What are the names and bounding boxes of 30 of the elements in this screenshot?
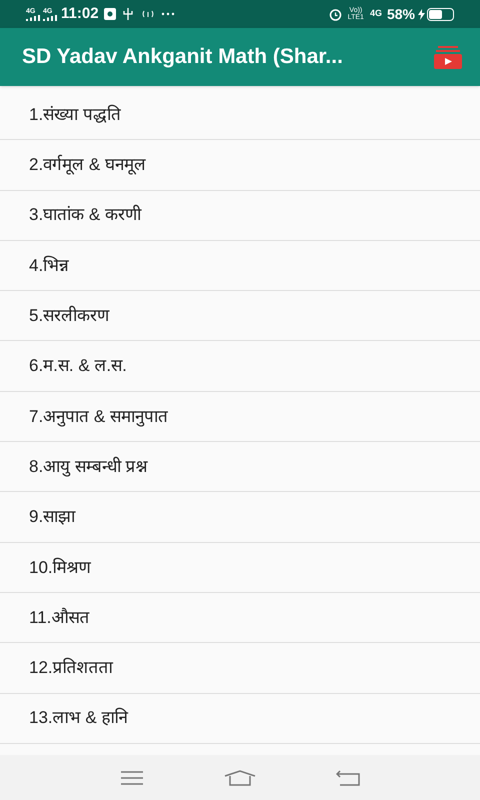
chapter-item[interactable]: 5.सरलीकरण	[0, 291, 480, 342]
chapter-item[interactable]: 12.प्रतिशतता	[0, 643, 480, 694]
home-icon[interactable]	[224, 770, 256, 786]
chapter-item[interactable]: 6.म.स. & ल.स.	[0, 341, 480, 392]
menu-icon[interactable]	[120, 770, 144, 786]
chapter-item[interactable]: 1.संख्या पद्धति	[0, 90, 480, 140]
battery-percent: 58%	[386, 4, 415, 24]
network-label: 4G	[370, 7, 382, 20]
chapter-item[interactable]: 13.लाभ & हानि	[0, 694, 480, 744]
usb-icon	[122, 8, 133, 20]
chapter-item[interactable]: 3.घातांक & करणी	[0, 190, 480, 241]
signal-icon	[43, 14, 57, 20]
alarm-icon	[328, 8, 342, 20]
more-icon	[160, 12, 175, 16]
notification-icon	[104, 8, 116, 20]
app-title: SD Yadav Ankganit Math (Shar...	[22, 44, 343, 70]
chapter-item[interactable]: 11.औसत	[0, 592, 480, 644]
chapter-item[interactable]: 4.भिन्न	[0, 240, 480, 292]
chapter-item[interactable]: 7.अनुपात & समानुपात	[0, 392, 480, 442]
back-icon[interactable]	[336, 770, 360, 786]
video-stack-icon[interactable]	[434, 45, 462, 69]
chapter-item[interactable]: 8.आयु सम्बन्धी प्रश्न	[0, 442, 480, 492]
chapter-item[interactable]: 9.साझा	[0, 492, 480, 543]
charging-icon	[418, 8, 425, 20]
battery-icon	[427, 8, 454, 20]
signal-icon	[26, 14, 40, 20]
chapter-item[interactable]: 2.वर्गमूल & घनमूल	[0, 140, 480, 191]
chapter-item[interactable]: 10.मिश्रण	[0, 542, 480, 593]
hotspot-icon	[140, 9, 155, 19]
clock-time: 11:02	[61, 4, 99, 24]
